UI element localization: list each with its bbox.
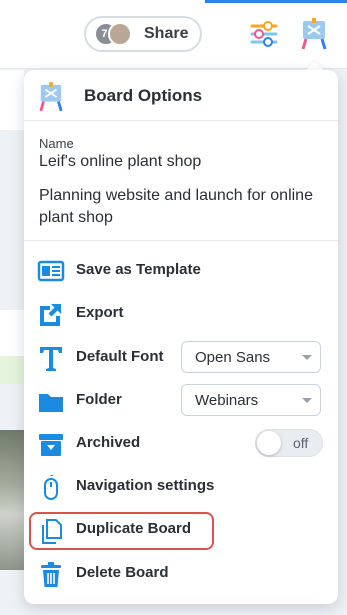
archived-item: Archived off — [24, 424, 338, 464]
avatar — [108, 22, 132, 46]
duplicate-board-highlight — [29, 512, 214, 550]
default-font-value: Open Sans — [195, 349, 271, 366]
export-label: Export — [76, 304, 124, 321]
panel-title: Board Options — [84, 86, 203, 105]
share-button[interactable]: 7. Share — [84, 16, 202, 52]
app-topbar: 7. Share — [0, 0, 347, 69]
chevron-down-icon — [302, 398, 312, 403]
board-name[interactable]: Leif's online plant shop — [39, 153, 201, 171]
panel-header: Board Options — [24, 70, 338, 121]
delete-board-item[interactable]: Delete Board — [24, 554, 338, 594]
export-icon — [40, 304, 61, 326]
settings-sliders-icon[interactable] — [250, 20, 278, 48]
template-icon — [37, 260, 65, 282]
board-icon — [39, 82, 63, 112]
save-as-template-label: Save as Template — [76, 261, 201, 278]
trash-icon — [41, 562, 61, 587]
board-info[interactable]: Name Leif's online plant shop Planning w… — [24, 121, 338, 241]
board-options-panel: Board Options Name Leif's online plant s… — [24, 70, 338, 604]
navigation-settings-label: Navigation settings — [76, 477, 215, 494]
share-label: Share — [144, 25, 189, 42]
board-description[interactable]: Planning website and launch for online p… — [39, 185, 319, 229]
board-options-icon[interactable] — [300, 18, 328, 50]
export-item[interactable]: Export — [24, 294, 338, 334]
font-icon — [40, 347, 62, 371]
archived-toggle[interactable]: off — [255, 429, 323, 457]
name-label: Name — [39, 136, 74, 151]
background-photo — [0, 430, 24, 570]
toggle-knob — [257, 431, 281, 455]
background-panel — [0, 70, 24, 130]
folder-icon — [39, 394, 63, 412]
background-row — [0, 356, 24, 384]
folder-select[interactable]: Webinars — [181, 384, 321, 416]
archive-icon — [39, 434, 63, 456]
topbar-accent-line — [205, 0, 347, 3]
toggle-state: off — [293, 435, 309, 451]
delete-board-label: Delete Board — [76, 564, 169, 581]
navigation-settings-item[interactable]: Navigation settings — [24, 467, 338, 507]
folder-value: Webinars — [195, 392, 259, 409]
folder-label: Folder — [76, 391, 122, 408]
background-panel — [0, 310, 24, 356]
save-as-template-item[interactable]: Save as Template — [24, 251, 338, 291]
default-font-item: Default Font Open Sans — [24, 338, 338, 378]
mouse-icon — [44, 475, 58, 500]
default-font-label: Default Font — [76, 348, 164, 365]
collaborator-avatars: 7. — [94, 18, 138, 50]
archived-label: Archived — [76, 434, 141, 451]
folder-item: Folder Webinars — [24, 381, 338, 421]
chevron-down-icon — [302, 355, 312, 360]
default-font-select[interactable]: Open Sans — [181, 341, 321, 373]
